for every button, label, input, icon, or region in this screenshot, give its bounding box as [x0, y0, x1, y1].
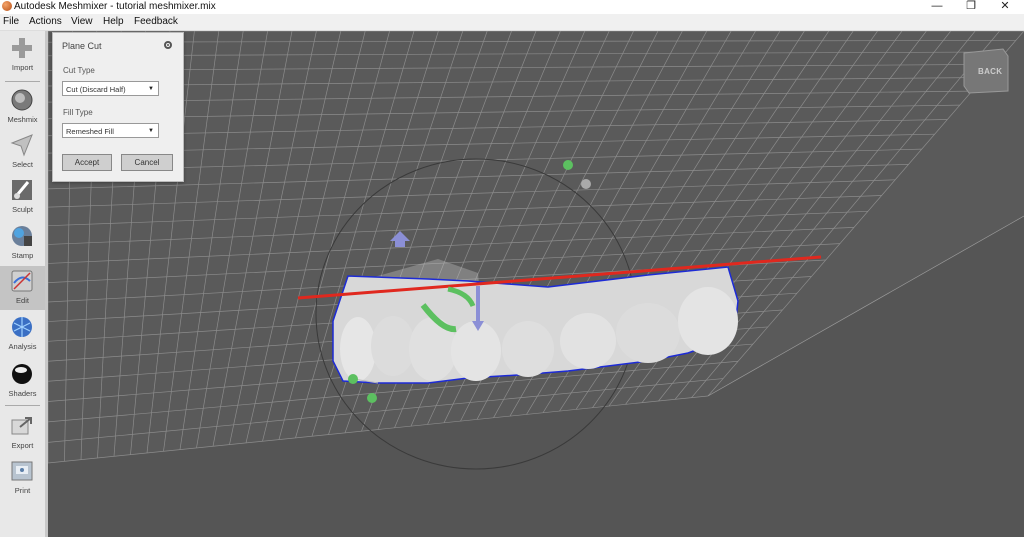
- fill-type-dropdown[interactable]: Remeshed Fill ▼: [62, 123, 159, 138]
- minimize-button[interactable]: —: [922, 0, 952, 13]
- tool-label: Stamp: [11, 251, 34, 260]
- separator: [5, 81, 40, 82]
- fill-type-label: Fill Type: [63, 108, 93, 117]
- restore-button[interactable]: ❐: [956, 0, 986, 13]
- select-arrow-icon: [10, 134, 33, 157]
- tool-sculpt[interactable]: Sculpt: [0, 175, 45, 219]
- gizmo-handle[interactable]: [563, 160, 573, 170]
- cancel-button[interactable]: Cancel: [121, 154, 173, 171]
- shaders-icon: [12, 364, 32, 384]
- tool-label: Meshmix: [7, 115, 38, 124]
- meshmixer-logo-icon: [2, 1, 12, 11]
- chevron-down-icon: ▼: [148, 86, 154, 92]
- stamp-icon: [12, 226, 32, 246]
- plane-cut-panel: Plane Cut Cut Type Cut (Discard Half) ▼ …: [52, 32, 184, 182]
- menu-file[interactable]: File: [3, 14, 19, 30]
- tool-edit[interactable]: Edit: [0, 266, 45, 310]
- tool-select[interactable]: Select: [0, 130, 45, 174]
- tool-label: Analysis: [8, 342, 37, 351]
- gear-icon[interactable]: [163, 40, 173, 50]
- chevron-down-icon: ▼: [148, 128, 154, 134]
- edit-icon: [11, 270, 33, 292]
- gizmo-handle[interactable]: [581, 179, 591, 189]
- tool-sidebar: Import Meshmix Select Sculpt Stamp Edit: [0, 31, 48, 537]
- menu-feedback[interactable]: Feedback: [134, 14, 178, 30]
- gizmo-handle[interactable]: [348, 374, 358, 384]
- tool-meshmix[interactable]: Meshmix: [0, 85, 45, 129]
- 3d-viewport[interactable]: [48, 31, 1024, 537]
- tool-stamp[interactable]: Stamp: [0, 221, 45, 265]
- tool-print[interactable]: Print: [0, 456, 45, 500]
- gizmo-handle[interactable]: [367, 393, 377, 403]
- separator: [5, 405, 40, 406]
- menu-help[interactable]: Help: [103, 14, 124, 30]
- cut-type-label: Cut Type: [63, 66, 95, 75]
- accept-button[interactable]: Accept: [62, 154, 112, 171]
- tool-label: Import: [11, 63, 34, 72]
- tool-export[interactable]: Export: [0, 411, 45, 455]
- tool-label: Sculpt: [12, 205, 33, 214]
- view-cube-label[interactable]: BACK: [978, 67, 1002, 76]
- tool-label: Export: [11, 441, 34, 450]
- scene-canvas[interactable]: [48, 31, 1024, 537]
- analysis-icon: [12, 317, 32, 337]
- panel-header: Plane Cut: [53, 33, 183, 59]
- meshmix-icon: [11, 89, 33, 111]
- brush-icon: [12, 180, 32, 200]
- cut-type-dropdown[interactable]: Cut (Discard Half) ▼: [62, 81, 159, 96]
- plus-icon: [12, 38, 32, 58]
- cut-type-value: Cut (Discard Half): [66, 85, 126, 94]
- tool-shaders[interactable]: Shaders: [0, 359, 45, 403]
- window-title: Autodesk Meshmixer - tutorial meshmixer.…: [14, 1, 216, 12]
- export-icon: [11, 417, 32, 435]
- menu-bar: File Actions View Help Feedback: [0, 14, 1024, 31]
- close-button[interactable]: ✕: [990, 0, 1020, 13]
- tool-label: Edit: [16, 296, 29, 305]
- tool-analysis[interactable]: Analysis: [0, 312, 45, 356]
- tool-import[interactable]: Import: [0, 33, 45, 77]
- print-icon: [11, 461, 33, 481]
- tool-label: Shaders: [8, 389, 37, 398]
- tool-label: Print: [14, 486, 31, 495]
- menu-view[interactable]: View: [71, 14, 93, 30]
- tool-label: Select: [12, 160, 33, 169]
- panel-title: Plane Cut: [62, 41, 102, 51]
- menu-actions[interactable]: Actions: [29, 14, 62, 30]
- title-bar: Autodesk Meshmixer - tutorial meshmixer.…: [0, 0, 1024, 14]
- fill-type-value: Remeshed Fill: [66, 127, 114, 136]
